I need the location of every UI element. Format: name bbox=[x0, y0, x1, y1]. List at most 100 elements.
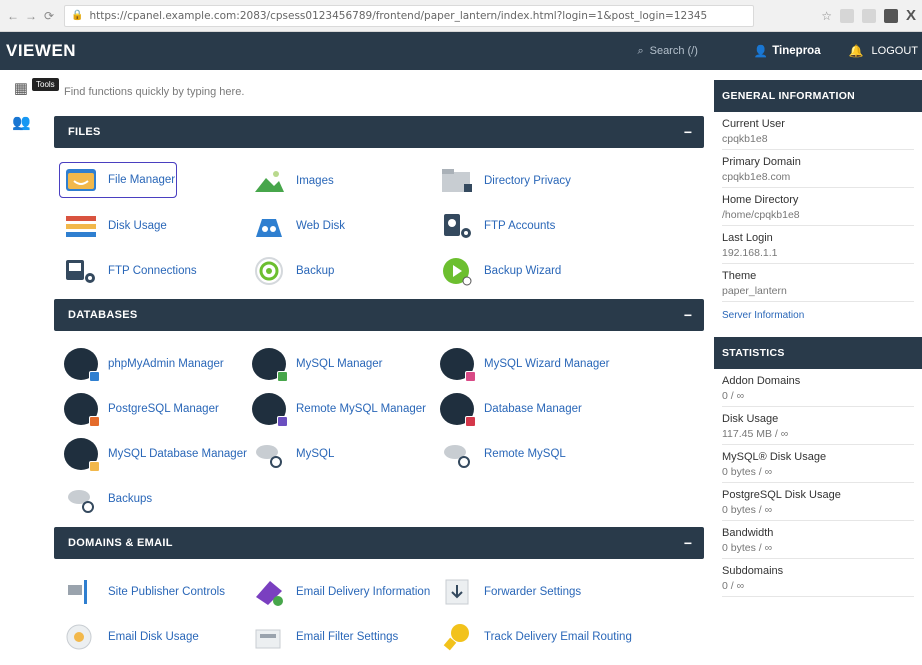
stat-key: Bandwidth bbox=[722, 527, 774, 539]
stat-key: PostgreSQL Disk Usage bbox=[722, 489, 841, 501]
reload-icon[interactable]: ⟳ bbox=[42, 9, 56, 23]
tool-mysql-wizard[interactable]: MySQL Wizard Manager bbox=[436, 341, 624, 386]
tool-label: Disk Usage bbox=[108, 219, 167, 232]
collapse-icon[interactable]: − bbox=[684, 535, 692, 551]
tool-mysql[interactable]: MySQL bbox=[248, 431, 436, 476]
track-delivery-icon bbox=[440, 622, 474, 652]
quick-find-hint[interactable]: Find functions quickly by typing here. bbox=[64, 86, 244, 98]
info-row: Home Directory/home/cpqkb1e8 bbox=[722, 188, 914, 226]
stat-value: 0 / ∞ bbox=[722, 580, 745, 592]
tool-disk-usage[interactable]: Disk Usage bbox=[60, 203, 248, 248]
tool-label: Remote MySQL bbox=[484, 447, 566, 460]
server-info-link[interactable]: Server Information bbox=[722, 302, 914, 329]
star-icon[interactable]: ☆ bbox=[821, 9, 832, 23]
tool-database-manager[interactable]: Database Manager bbox=[436, 386, 624, 431]
tool-phpmyadmin[interactable]: phpMyAdmin Manager bbox=[60, 341, 248, 386]
address-bar[interactable]: 🔒 https://cpanel.example.com:2083/cpsess… bbox=[64, 4, 754, 27]
search-placeholder: Search (/) bbox=[649, 45, 698, 57]
tool-track-delivery[interactable]: Track Delivery Email Routing bbox=[436, 614, 632, 659]
tool-backups[interactable]: Backups bbox=[60, 476, 248, 521]
menu-icon[interactable] bbox=[883, 8, 898, 23]
app-logo: VIEWEN bbox=[6, 41, 77, 60]
search-icon: ⌕ bbox=[637, 44, 644, 57]
section-header-databases[interactable]: DATABASES − bbox=[54, 299, 704, 331]
section-header-domains-email[interactable]: DOMAINS & EMAIL − bbox=[54, 527, 704, 559]
extension-icon[interactable] bbox=[839, 8, 854, 23]
url-text: https://cpanel.example.com:2083/cpsess01… bbox=[89, 9, 708, 22]
tool-ftp-connections[interactable]: FTP Connections bbox=[60, 248, 248, 293]
bell-icon[interactable]: 🔔 bbox=[849, 44, 864, 58]
user-menu[interactable]: 👤 Tineproa bbox=[754, 44, 821, 58]
lock-icon: 🔒 bbox=[71, 10, 84, 21]
tool-label: Database Manager bbox=[484, 402, 582, 415]
user-icon: 👤 bbox=[753, 46, 769, 58]
tool-label: Images bbox=[296, 174, 334, 187]
tool-file-manager[interactable]: File Manager bbox=[59, 162, 177, 198]
tool-forwarder[interactable]: Forwarder Settings bbox=[436, 569, 624, 614]
tool-site-publisher[interactable]: Site Publisher Controls bbox=[60, 569, 248, 614]
stat-row: Addon Domains 0 / ∞ bbox=[722, 369, 914, 407]
info-value: 192.168.1.1 bbox=[722, 247, 778, 259]
stat-key: Disk Usage bbox=[722, 413, 779, 425]
forward-icon[interactable]: → bbox=[24, 9, 38, 23]
backup-icon bbox=[252, 256, 286, 286]
info-value: cpqkb1e8 bbox=[722, 133, 768, 145]
ftp-accounts-icon bbox=[440, 211, 474, 241]
browser-toolbar: ← → ⟳ 🔒 https://cpanel.example.com:2083/… bbox=[0, 0, 922, 32]
tool-label: phpMyAdmin Manager bbox=[108, 357, 224, 370]
stat-value: 117.45 MB / ∞ bbox=[722, 428, 789, 440]
tool-label: Track Delivery Email Routing bbox=[484, 630, 632, 643]
tool-mysql-db-manager[interactable]: MySQL Database Manager bbox=[60, 431, 248, 476]
stat-value: 0 bytes / ∞ bbox=[722, 466, 773, 478]
tool-mysql-manager[interactable]: MySQL Manager bbox=[248, 341, 436, 386]
email-filter-icon bbox=[252, 622, 286, 652]
info-row: Primary Domain cpqkb1e8.com bbox=[722, 150, 914, 188]
tool-email-disk-usage[interactable]: Email Disk Usage bbox=[60, 614, 248, 659]
tool-backup-wizard[interactable]: Backup Wizard bbox=[436, 248, 624, 293]
remote-mysql-icon bbox=[252, 392, 288, 427]
info-key: Home Directory bbox=[722, 194, 799, 206]
tool-label: MySQL Manager bbox=[296, 357, 383, 370]
statistics-list: Addon Domains 0 / ∞ Disk Usage 117.45 MB /… bbox=[714, 369, 922, 597]
forwarder-icon bbox=[440, 577, 474, 607]
users-icon[interactable]: 👥 bbox=[12, 114, 31, 132]
general-info-header: GENERAL INFORMATION bbox=[714, 80, 922, 112]
rail-tooltip: Tools bbox=[32, 78, 59, 91]
stat-row: Disk Usage 117.45 MB / ∞ bbox=[722, 407, 914, 445]
ftp-connections-icon bbox=[64, 256, 98, 286]
stat-row: PostgreSQL Disk Usage 0 bytes / ∞ bbox=[722, 483, 914, 521]
grid-icon[interactable]: ▦ bbox=[12, 80, 30, 98]
tool-label: Email Delivery Information bbox=[296, 585, 431, 598]
mysql-manager-icon bbox=[252, 347, 288, 382]
collapse-icon[interactable]: − bbox=[684, 307, 692, 323]
tool-backup[interactable]: Backup bbox=[248, 248, 436, 293]
tool-postgresql[interactable]: PostgreSQL Manager bbox=[60, 386, 248, 431]
tool-images[interactable]: Images bbox=[248, 158, 436, 203]
info-key: Theme bbox=[722, 270, 757, 282]
tool-remote-mysql-manager[interactable]: Remote MySQL Manager bbox=[248, 386, 436, 431]
email-delivery-icon bbox=[252, 577, 286, 607]
extension-icon-2[interactable] bbox=[861, 8, 876, 23]
section-header-files[interactable]: FILES − bbox=[54, 116, 704, 148]
tool-directory-privacy[interactable]: Directory Privacy bbox=[436, 158, 624, 203]
tool-ftp-accounts[interactable]: FTP Accounts bbox=[436, 203, 624, 248]
tool-label: Email Disk Usage bbox=[108, 630, 199, 643]
tool-web-disk[interactable]: Web Disk bbox=[248, 203, 436, 248]
tool-label: Backup Wizard bbox=[484, 264, 562, 277]
back-icon[interactable]: ← bbox=[6, 9, 20, 23]
tool-label: MySQL Wizard Manager bbox=[484, 357, 610, 370]
stat-row: Subdomains 0 / ∞ bbox=[722, 559, 914, 597]
collapse-icon[interactable]: − bbox=[684, 124, 692, 140]
main-content: FILES − File Manager Images Directory Pr… bbox=[54, 116, 704, 665]
header-search[interactable]: ⌕ Search (/) bbox=[637, 45, 697, 58]
left-rail: ▦ 👥 bbox=[0, 70, 46, 650]
tool-label: PostgreSQL Manager bbox=[108, 402, 219, 415]
tool-email-delivery[interactable]: Email Delivery Information bbox=[248, 569, 436, 614]
close-icon[interactable]: X bbox=[906, 7, 916, 24]
tool-label: Backups bbox=[108, 492, 153, 505]
logout-button[interactable]: LOGOUT bbox=[872, 45, 918, 57]
username: Tineproa bbox=[772, 45, 821, 57]
tool-remote-mysql[interactable]: Remote MySQL bbox=[436, 431, 624, 476]
tool-label: Forwarder Settings bbox=[484, 585, 582, 598]
tool-email-filter[interactable]: Email Filter Settings bbox=[248, 614, 436, 659]
